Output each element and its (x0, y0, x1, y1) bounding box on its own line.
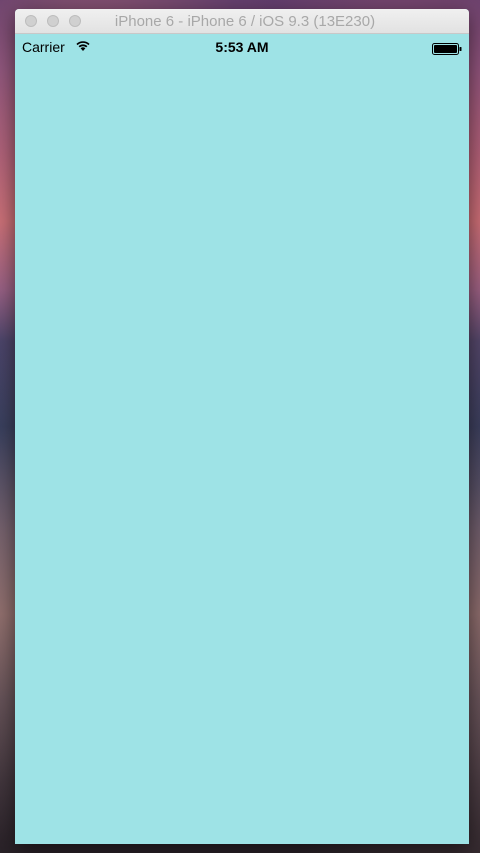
minimize-window-button[interactable] (47, 15, 59, 27)
app-content-area[interactable] (15, 60, 469, 844)
simulator-window: iPhone 6 - iPhone 6 / iOS 9.3 (13E230) C… (15, 9, 469, 844)
window-title: iPhone 6 - iPhone 6 / iOS 9.3 (13E230) (114, 13, 376, 30)
status-time: 5:53 AM (215, 39, 269, 55)
zoom-window-button[interactable] (69, 15, 81, 27)
battery-icon (432, 42, 462, 55)
ios-status-bar: Carrier 5:53 AM (15, 34, 469, 60)
window-titlebar[interactable]: iPhone 6 - iPhone 6 / iOS 9.3 (13E230) (15, 9, 469, 34)
close-window-button[interactable] (25, 15, 37, 27)
